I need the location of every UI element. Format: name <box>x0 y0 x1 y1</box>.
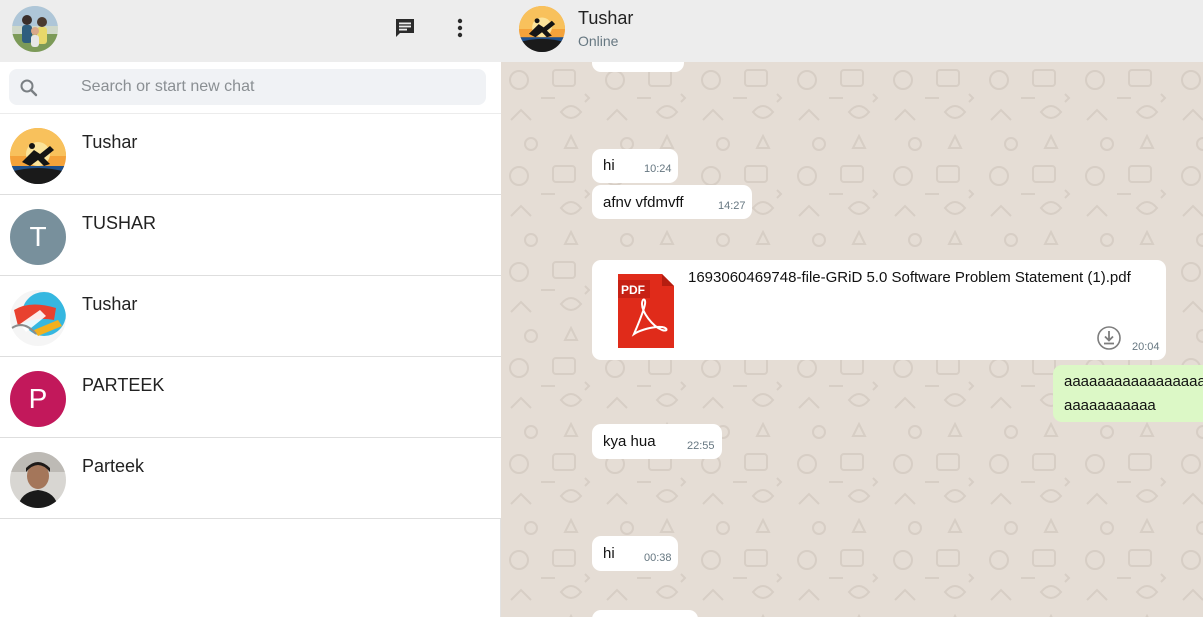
vertical-dots-icon <box>457 18 463 38</box>
pdf-icon: PDF <box>618 274 674 348</box>
my-profile-avatar[interactable] <box>12 6 58 52</box>
message-bubble-incoming[interactable]: afnv vfdmvff 14:27 <box>592 185 752 219</box>
contact-avatar <box>10 452 66 508</box>
file-message-bubble[interactable]: PDF 1693060469748-file-GRiD 5.0 Software… <box>592 260 1166 360</box>
file-name: 1693060469748-file-GRiD 5.0 Software Pro… <box>688 269 1131 286</box>
new-chat-button[interactable] <box>392 15 418 41</box>
message-bubble-incoming[interactable]: hi 00:38 <box>592 536 678 571</box>
contact-name: Tushar <box>82 132 138 152</box>
chat-list-item[interactable]: T TUSHAR <box>0 195 501 276</box>
message-bubble-incoming[interactable] <box>592 610 698 617</box>
search-icon <box>20 79 38 97</box>
message-text-line: aaaaaaaaaaa <box>1064 397 1156 414</box>
message-text: kya hua <box>603 433 656 450</box>
contact-avatar[interactable] <box>519 6 565 52</box>
contact-name: Parteek <box>82 456 145 476</box>
message-bubble-incoming[interactable] <box>592 62 684 72</box>
message-time: 14:27 <box>718 200 746 212</box>
search-bar <box>0 62 501 114</box>
search-box <box>9 69 486 105</box>
message-time: 22:55 <box>687 440 715 452</box>
avatar-letter: T <box>29 221 47 252</box>
message-text: afnv vfdmvff <box>603 194 684 211</box>
chat-list-item[interactable]: Tushar <box>0 114 501 195</box>
contact-name: PARTEEK <box>82 375 165 395</box>
chat-list-item[interactable]: P PARTEEK <box>0 357 501 438</box>
message-bubble-outgoing[interactable]: aaaaaaaaaaaaaaaaaaa aaaaaaaaaaa <box>1053 365 1203 422</box>
avatar-letter: P <box>28 383 48 414</box>
message-text: hi <box>603 545 615 562</box>
pdf-badge: PDF <box>621 283 645 297</box>
message-area[interactable]: hi 10:24 afnv vfdmvff 14:27 PDF 16930604… <box>501 62 1203 617</box>
contact-name: TUSHAR <box>82 213 157 233</box>
conversation-pane: Tushar Online hi 10:24 afnv vfdmvff 14:2… <box>501 0 1203 617</box>
sidebar: Tushar T TUSHAR <box>0 0 501 617</box>
contact-avatar <box>10 128 66 184</box>
search-input[interactable] <box>81 69 476 105</box>
message-text: hi <box>603 157 615 174</box>
message-bubble-incoming[interactable]: hi 10:24 <box>592 149 678 183</box>
menu-button[interactable] <box>447 15 473 41</box>
message-time: 10:24 <box>644 163 672 175</box>
conversation-header[interactable]: Tushar Online <box>501 0 1203 62</box>
message-time: 20:04 <box>1132 341 1160 353</box>
sidebar-header <box>0 0 501 62</box>
chat-bubble-icon <box>396 19 414 37</box>
message-bubble-incoming[interactable]: kya hua 22:55 <box>592 424 722 459</box>
message-text-line: aaaaaaaaaaaaaaaaaaa <box>1064 373 1203 390</box>
chat-list-item[interactable]: Tushar <box>0 276 501 357</box>
contact-status: Online <box>578 33 619 49</box>
message-time: 00:38 <box>644 552 672 564</box>
contact-name: Tushar <box>578 8 634 28</box>
whatsapp-app: Tushar T TUSHAR <box>0 0 1203 617</box>
contact-name: Tushar <box>82 294 138 314</box>
contact-avatar: P <box>10 371 66 427</box>
chat-list-item[interactable]: Parteek <box>0 438 501 519</box>
contact-avatar: T <box>10 209 66 265</box>
contact-avatar <box>10 290 66 346</box>
download-icon[interactable] <box>1096 325 1122 351</box>
chat-list: Tushar T TUSHAR Tushar P PARTEEK Parteek <box>0 114 501 519</box>
